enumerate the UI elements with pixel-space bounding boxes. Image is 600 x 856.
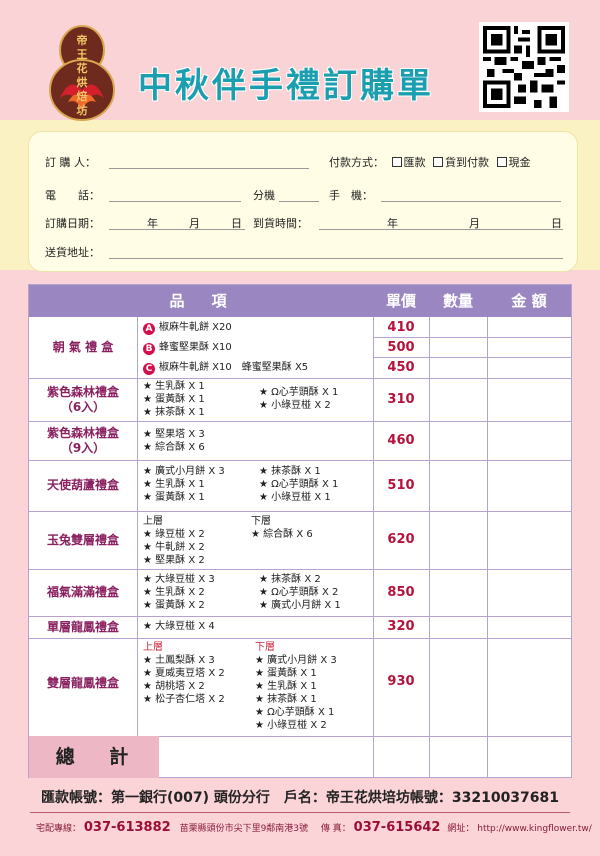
product-name: 天使葫蘆禮盒 — [46, 478, 119, 492]
payment-option-cod[interactable]: 貨到付款 — [433, 156, 489, 169]
product-name: 單層龍鳳禮盒 — [46, 619, 119, 634]
arrival-date-field[interactable] — [319, 229, 563, 230]
ext-label: 分機 — [253, 189, 275, 202]
contents-right: ★ 抹茶酥 X 1 ★ Ω心芋頭酥 X 1 ★ 小綠豆椪 X 1 — [259, 466, 339, 503]
price: 460 — [387, 433, 415, 448]
contents-left: ★ 生乳酥 X 1 ★ 蛋黃酥 X 1 ★ 抹茶酥 X 1 — [143, 381, 205, 418]
web-label: 網址： — [447, 824, 475, 834]
product-name: 紫色森林禮盒 （6入） — [46, 384, 119, 414]
price-a: 410 — [387, 320, 415, 335]
table-row: 玉兔雙層禮盒 上層 ★ 綠豆椪 X 2 ★ 牛軋餅 X 2 ★ 堅果酥 X 2 下層… — [29, 511, 571, 569]
table-row: 天使葫蘆禮盒 ★ 廣式小月餅 X 3 ★ 生乳酥 X 1 ★ 蛋黃酥 X 1 ★ 抹… — [29, 460, 571, 511]
footer-contact: 宅配專線： 037-613882 苗栗縣頭份市尖下里9鄰南港3號 傳 真： 03… — [36, 820, 592, 835]
table-row: 紫色森林禮盒 （9入） ★ 堅果塔 X 3 ★ 綜合酥 X 6 460 — [29, 421, 571, 460]
contents-left: ★ 廣式小月餅 X 3 ★ 生乳酥 X 1 ★ 蛋黃酥 X 1 — [143, 466, 225, 503]
fax-label: 傳 真： — [320, 824, 351, 834]
table-row: 單層龍鳳禮盒 ★ 大綠豆椪 X 4 320 — [29, 616, 571, 638]
header-price: 單價 — [385, 292, 416, 310]
ext-field[interactable] — [279, 201, 319, 202]
contents-right: 下層 ★ 綜合酥 X 6 — [251, 516, 313, 540]
payment-method: 付款方式： 匯款 貨到付款 現金 — [329, 154, 531, 170]
checkbox-icon — [496, 157, 507, 167]
website-link[interactable]: http://www.kingflower.tw/ — [477, 824, 592, 834]
price-b: 500 — [387, 340, 415, 355]
option-a: A 椒麻牛軋餅 X20 — [143, 321, 232, 335]
bank-account-info: 匯款帳號：第一銀行(007) 頭份分行 戶名：帝王花烘培坊帳號：33210037… — [40, 790, 560, 806]
header-item: 品 項 — [169, 292, 233, 310]
page-title: 中秋伴手禮訂購單 — [138, 66, 434, 106]
hotline-number: 037-613882 — [83, 820, 171, 835]
product-name: 紫色森林禮盒 （9入） — [46, 425, 119, 455]
lower-layer-label: 下層 — [251, 516, 271, 527]
price-c: 450 — [387, 360, 415, 375]
contents-right: ★ 抹茶酥 X 2 ★ Ω心芋頭酥 X 2 ★ 廣式小月餅 X 1 — [259, 574, 341, 611]
orderer-field[interactable] — [109, 168, 309, 169]
table-row: 福氣滿滿禮盒 ★ 大綠豆椪 X 3 ★ 生乳酥 X 2 ★ 蛋黃酥 X 2 ★ 抹茶… — [29, 569, 571, 616]
contents-left: ★ 堅果塔 X 3 ★ 綜合酥 X 6 — [143, 429, 205, 453]
store-address: 苗栗縣頭份市尖下里9鄰南港3號 — [179, 824, 309, 834]
fax-number: 037-615642 — [353, 820, 441, 835]
product-name: 玉兔雙層禮盒 — [46, 532, 119, 547]
mobile-label: 手 機： — [329, 189, 373, 202]
header-amount: 金 額 — [511, 292, 547, 310]
phone-field[interactable] — [109, 201, 241, 202]
order-info-card: 訂 購 人： 付款方式： 匯款 貨到付款 現金 電 話： 分機 手 機： 訂購日… — [28, 131, 578, 272]
table-row: 朝 氣 禮 盒 A 椒麻牛軋餅 X20 B 蜂蜜堅果酥 X10 C 椒麻牛軋餅 X10… — [29, 317, 571, 378]
payment-option-transfer[interactable]: 匯款 — [391, 156, 426, 169]
option-b: B 蜂蜜堅果酥 X10 — [143, 341, 232, 355]
hotline-label: 宅配專線： — [36, 824, 82, 834]
letter-b-icon: B — [143, 343, 155, 355]
table-header: 品 項 單價 數量 金 額 — [29, 285, 571, 317]
mobile-field[interactable] — [381, 201, 561, 202]
checkbox-icon — [391, 157, 402, 167]
letter-c-icon: C — [143, 363, 155, 375]
upper-layer-label: 上層 — [143, 516, 163, 527]
table-row: 紫色森林禮盒 （6入） ★ 生乳酥 X 1 ★ 蛋黃酥 X 1 ★ 抹茶酥 X 1 ★… — [29, 378, 571, 421]
product-table: 品 項 單價 數量 金 額 朝 氣 禮 盒 A 椒麻牛軋餅 X20 B 蜂蜜堅果酥 … — [28, 284, 572, 778]
contents-left: ★ 大綠豆椪 X 3 ★ 生乳酥 X 2 ★ 蛋黃酥 X 2 — [143, 574, 215, 611]
order-date-label: 訂購日期： — [45, 217, 100, 230]
letter-a-icon: A — [143, 323, 155, 335]
payment-label: 付款方式： — [329, 156, 384, 169]
price: 320 — [387, 619, 415, 634]
contents-left: ★ 大綠豆椪 X 4 — [143, 621, 215, 632]
header-qty: 數量 — [442, 292, 473, 310]
phone-label: 電 話： — [45, 189, 100, 202]
table-row: 雙層龍鳳禮盒 上層 ★ 土鳳梨酥 X 3 ★ 夏威夷豆塔 X 2 ★ 胡桃塔 X 2… — [29, 638, 571, 736]
option-c: C 椒麻牛軋餅 X10 蜂蜜堅果酥 X5 — [143, 361, 308, 375]
contents-left: 上層 ★ 綠豆椪 X 2 ★ 牛軋餅 X 2 ★ 堅果酥 X 2 — [143, 516, 205, 566]
footer-divider — [30, 812, 570, 813]
product-name: 雙層龍鳳禮盒 — [46, 675, 119, 690]
total-label: 總 計 — [29, 736, 159, 778]
product-name: 朝 氣 禮 盒 — [52, 340, 114, 354]
price: 850 — [387, 585, 415, 600]
order-date-field[interactable] — [109, 229, 245, 230]
arrival-label: 到貨時間： — [253, 217, 308, 230]
price: 510 — [387, 478, 415, 493]
qr-code[interactable] — [479, 22, 569, 112]
checkbox-icon — [433, 157, 443, 167]
address-field[interactable] — [109, 258, 563, 259]
logo-text: 帝 王 花 烘 焙 坊 — [76, 34, 88, 117]
address-label: 送貨地址： — [45, 246, 100, 259]
payment-option-cash[interactable]: 現金 — [496, 156, 531, 169]
price: 310 — [387, 392, 415, 407]
price: 930 — [387, 674, 415, 689]
contents-right: 下層 ★ 廣式小月餅 X 3 ★ 蛋黃酥 X 1 ★ 生乳酥 X 1 ★ 抹茶酥 X… — [255, 642, 337, 731]
contents-right: ★ Ω心芋頭酥 X 1 ★ 小綠豆椪 X 2 — [259, 387, 339, 411]
orderer-label: 訂 購 人： — [45, 156, 96, 169]
contents-left: 上層 ★ 土鳳梨酥 X 3 ★ 夏威夷豆塔 X 2 ★ 胡桃塔 X 2 ★ 松子杏仁塔… — [143, 642, 225, 705]
product-name: 福氣滿滿禮盒 — [46, 585, 119, 599]
lower-layer-label: 下層 — [255, 642, 275, 653]
price: 620 — [387, 532, 415, 547]
upper-layer-label: 上層 — [143, 642, 163, 653]
